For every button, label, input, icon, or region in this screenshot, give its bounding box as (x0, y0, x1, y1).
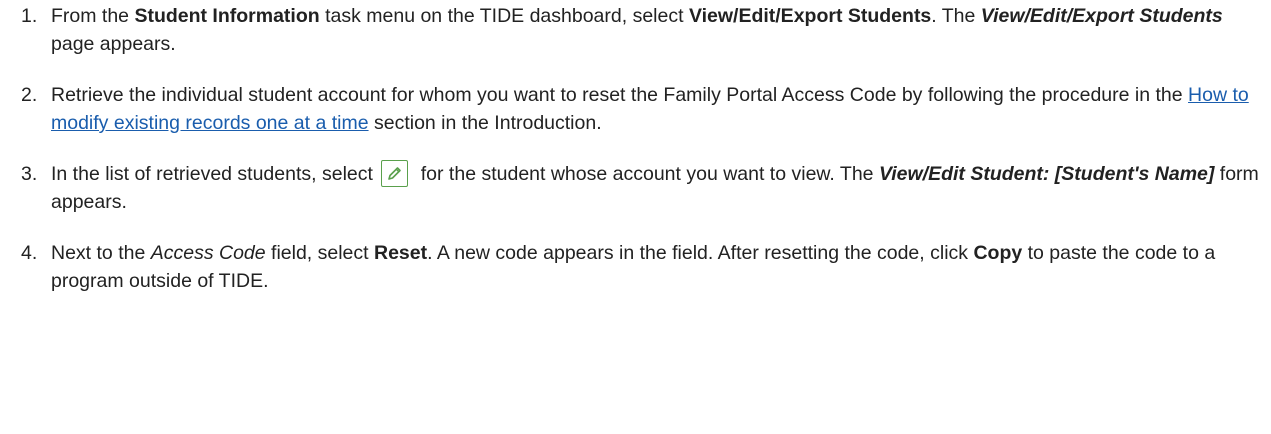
step-number: 3. (21, 163, 38, 185)
step-text: In the list of retrieved students, selec… (51, 160, 1259, 213)
page-name: View/Edit/Export Students (980, 5, 1223, 27)
step-4: 4. Next to the Access Code field, select… (0, 239, 1268, 295)
step-number: 2. (21, 84, 38, 106)
step-3: 3. In the list of retrieved students, se… (0, 160, 1268, 216)
menu-name: Student Information (134, 5, 320, 27)
step-2: 2. Retrieve the individual student accou… (0, 81, 1268, 137)
pencil-edit-icon (381, 160, 409, 187)
step-number: 1. (21, 5, 38, 27)
field-name: Access Code (150, 242, 266, 264)
menu-option: View/Edit/Export Students (688, 5, 932, 27)
step-text: From the Student Information task menu o… (51, 5, 1223, 55)
copy-label: Copy (973, 242, 1023, 264)
step-number: 4. (21, 242, 38, 264)
form-name: View/Edit Student: [Student's Name] (878, 163, 1215, 185)
step-1: 1. From the Student Information task men… (0, 2, 1268, 58)
instruction-steps: 1. From the Student Information task men… (0, 2, 1268, 318)
reset-label: Reset (374, 242, 428, 264)
step-text: Next to the Access Code field, select Re… (51, 242, 1216, 292)
step-text: Retrieve the individual student account … (51, 84, 1249, 134)
